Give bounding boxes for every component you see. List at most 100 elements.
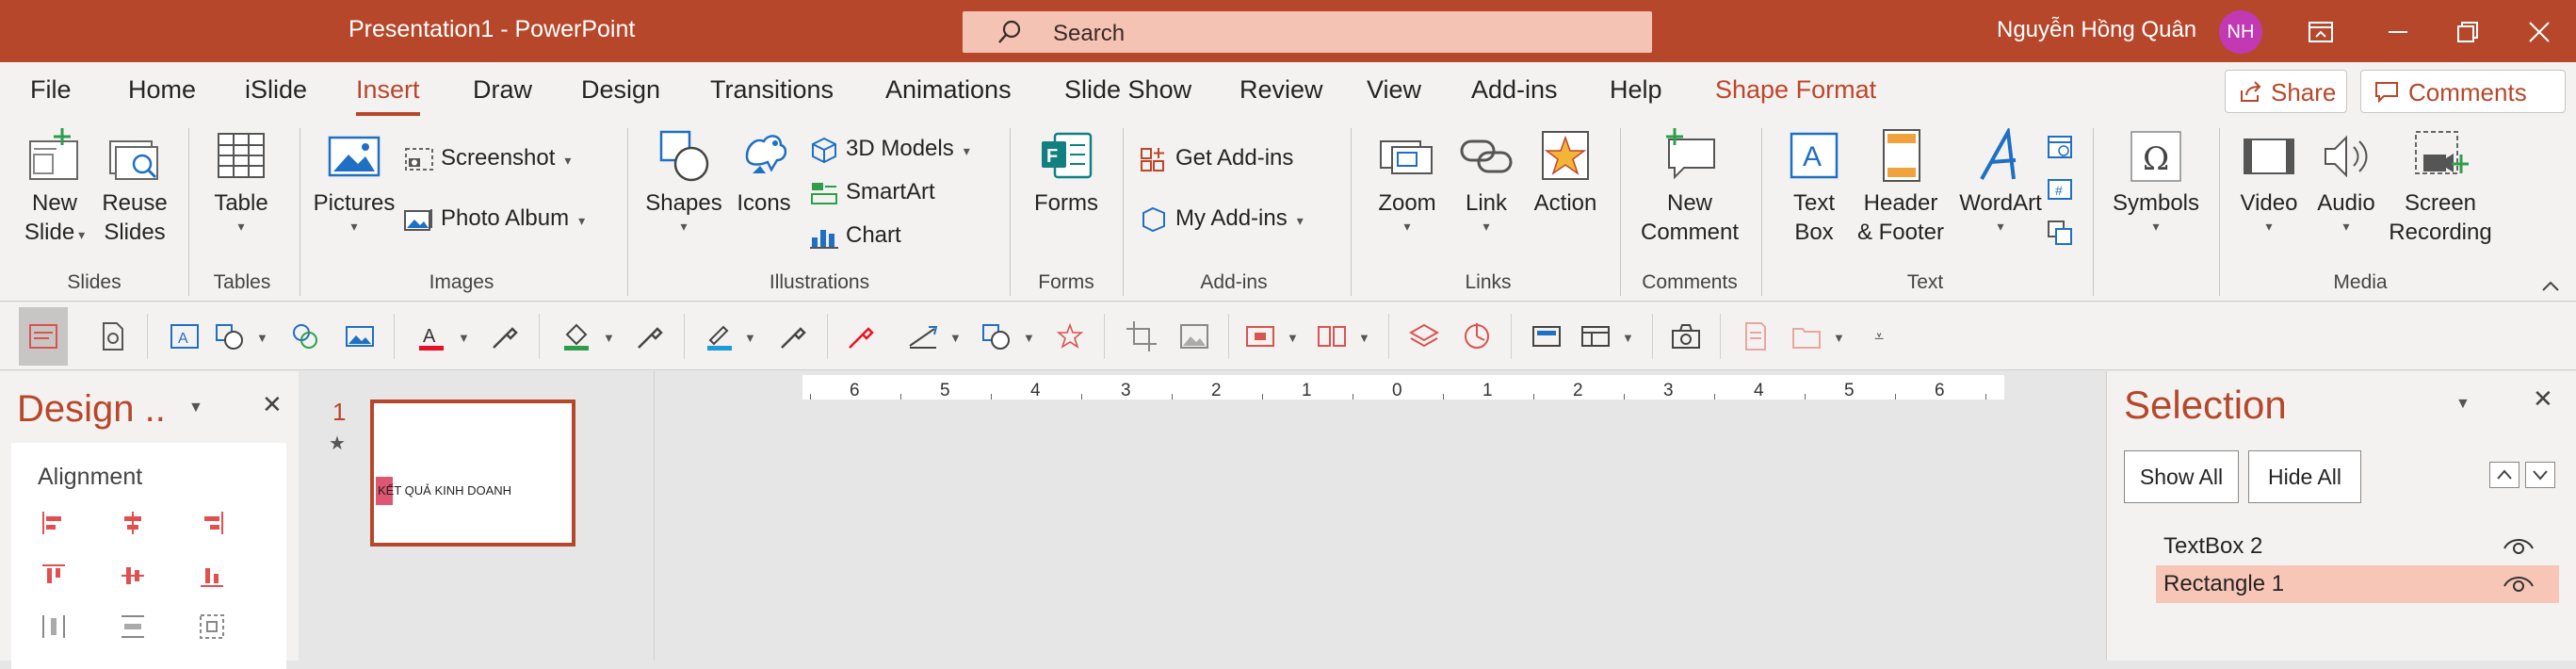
table-button[interactable]: Table ▾ xyxy=(202,128,281,235)
toolbar-textbox-tool[interactable]: A xyxy=(168,319,202,353)
ribbon-display-options-button[interactable] xyxy=(2302,13,2340,51)
eye-icon[interactable] xyxy=(2503,535,2535,558)
header-footer-button[interactable]: Header & Footer xyxy=(1852,128,1950,247)
my-add-ins-button[interactable]: My Add-ins ▾ xyxy=(1138,202,1304,236)
link-button[interactable]: Link ▾ xyxy=(1450,128,1522,235)
tab-help[interactable]: Help xyxy=(1610,75,1662,105)
align-center-icon[interactable] xyxy=(119,509,147,537)
tab-slide-show[interactable]: Slide Show xyxy=(1064,75,1191,105)
toolbar-fill-color-tool[interactable] xyxy=(559,319,593,353)
chevron-down-icon[interactable]: ▼ xyxy=(744,331,756,345)
toolbar-layout-tool[interactable] xyxy=(1530,319,1563,353)
chevron-down-icon[interactable]: ▼ xyxy=(1833,331,1845,345)
share-button[interactable]: Share xyxy=(2225,70,2347,113)
close-button[interactable] xyxy=(2520,13,2558,51)
chevron-down-icon[interactable]: ▼ xyxy=(256,331,268,345)
toolbar-crop-tool[interactable] xyxy=(1125,319,1158,353)
close-icon[interactable]: ✕ xyxy=(2533,384,2553,414)
chevron-down-icon[interactable]: ▼ xyxy=(458,331,470,345)
align-left-icon[interactable] xyxy=(40,509,68,537)
symbols-button[interactable]: Ω Symbols ▾ xyxy=(2106,128,2206,235)
toolbar-doc-tool[interactable] xyxy=(1739,319,1773,353)
toolbar-star-tool[interactable] xyxy=(1053,319,1087,353)
minimize-button[interactable] xyxy=(2379,13,2417,51)
toolbar-shapes-tool[interactable] xyxy=(213,319,247,353)
toolbar-outline-color-tool[interactable] xyxy=(703,319,737,353)
toolbar-target-tool[interactable] xyxy=(1460,319,1494,353)
tab-shape-format[interactable]: Shape Format xyxy=(1715,75,1876,105)
eye-icon[interactable] xyxy=(2503,573,2535,596)
toolbar-columns-tool[interactable] xyxy=(1315,319,1349,353)
object-button[interactable] xyxy=(2046,219,2074,247)
forms-button[interactable]: F Forms xyxy=(1027,128,1106,218)
tab-design[interactable]: Design xyxy=(581,75,660,105)
hide-all-button[interactable]: Hide All xyxy=(2248,450,2361,503)
tab-insert[interactable]: Insert xyxy=(356,75,420,116)
toolbar-icons-tool[interactable] xyxy=(288,319,322,353)
icons-button[interactable]: Icons xyxy=(725,128,802,218)
toolbar-layers-tool[interactable] xyxy=(1407,319,1441,353)
align-middle-icon[interactable] xyxy=(119,562,147,590)
horizontal-ruler[interactable]: 6 5 4 3 2 1 0 1 2 3 4 5 6 xyxy=(802,375,2004,400)
reuse-slides-button[interactable]: Reuse Slides xyxy=(98,128,171,247)
collapse-ribbon-icon[interactable] xyxy=(2539,277,2562,296)
align-right-icon[interactable] xyxy=(198,509,226,537)
bring-forward-button[interactable] xyxy=(2489,462,2519,488)
text-box-button[interactable]: A Text Box xyxy=(1774,128,1854,247)
toolbar-page-tool[interactable] xyxy=(96,319,130,353)
toolbar-camera-tool[interactable] xyxy=(1669,319,1703,353)
chevron-down-icon[interactable]: ▼ xyxy=(1023,331,1035,345)
toolbar-fill-eyedropper-tool[interactable] xyxy=(633,319,667,353)
chevron-down-icon[interactable]: ▼ xyxy=(949,331,962,345)
toolbar-format-painter-tool[interactable] xyxy=(844,319,878,353)
search-box[interactable]: Search xyxy=(963,11,1652,53)
action-button[interactable]: Action xyxy=(1526,128,1605,218)
screen-recording-button[interactable]: Screen Recording xyxy=(2387,128,2494,247)
align-bottom-icon[interactable] xyxy=(198,562,226,590)
show-all-button[interactable]: Show All xyxy=(2124,450,2239,503)
pane-options-dropdown[interactable]: ▼ xyxy=(188,400,203,416)
tab-view[interactable]: View xyxy=(1367,75,1421,105)
wordart-button[interactable]: WordArt ▾ xyxy=(1952,128,2049,235)
avatar[interactable]: NH xyxy=(2219,10,2262,54)
toolbar-shape-style-tool[interactable] xyxy=(980,319,1013,353)
toolbar-selected-tool[interactable] xyxy=(19,307,68,366)
selection-item-textbox-2[interactable]: TextBox 2 xyxy=(2156,528,2559,565)
audio-button[interactable]: Audio ▾ xyxy=(2306,128,2387,235)
toolbar-picture-tool[interactable] xyxy=(343,319,377,353)
tab-draw[interactable]: Draw xyxy=(473,75,532,105)
zoom-button[interactable]: Zoom ▾ xyxy=(1366,128,1449,235)
comments-button[interactable]: Comments xyxy=(2360,70,2566,113)
distribute-vertical-icon[interactable] xyxy=(119,612,147,641)
tab-add-ins[interactable]: Add-ins xyxy=(1471,75,1558,105)
chevron-down-icon[interactable]: ▼ xyxy=(1358,331,1370,345)
tab-transitions[interactable]: Transitions xyxy=(710,75,834,105)
customize-toolbar-icon[interactable]: ⩡ xyxy=(1874,327,1884,347)
toolbar-outline-eyedropper-tool[interactable] xyxy=(776,319,810,353)
toolbar-eyedropper-tool[interactable] xyxy=(488,319,522,353)
toolbar-arrange-tool[interactable] xyxy=(1579,319,1612,353)
chart-button[interactable]: Chart xyxy=(808,219,901,253)
3d-models-button[interactable]: 3D Models ▾ xyxy=(808,132,970,166)
user-name[interactable]: Nguyễn Hồng Quân xyxy=(1997,17,2196,43)
new-comment-button[interactable]: New Comment xyxy=(1633,128,1746,247)
tab-home[interactable]: Home xyxy=(128,75,196,105)
date-time-button[interactable] xyxy=(2046,132,2074,160)
slide-number-button[interactable]: # xyxy=(2046,175,2074,204)
toolbar-compress-tool[interactable] xyxy=(1177,319,1211,353)
pane-options-dropdown[interactable]: ▼ xyxy=(2455,396,2471,413)
slide-editing-area[interactable]: 6 5 4 3 2 1 0 1 2 3 4 5 6 xyxy=(656,371,2106,661)
selection-item-rectangle-1[interactable]: Rectangle 1 xyxy=(2156,565,2559,603)
tab-review[interactable]: Review xyxy=(1239,75,1323,105)
chevron-down-icon[interactable]: ▼ xyxy=(603,331,615,345)
tab-animations[interactable]: Animations xyxy=(885,75,1012,105)
chevron-down-icon[interactable]: ▼ xyxy=(1622,331,1634,345)
tab-islide[interactable]: iSlide xyxy=(245,75,307,105)
send-backward-button[interactable] xyxy=(2525,462,2555,488)
get-add-ins-button[interactable]: Get Add-ins xyxy=(1138,141,1293,175)
screenshot-button[interactable]: Screenshot ▾ xyxy=(403,141,571,175)
close-icon[interactable]: ✕ xyxy=(262,390,283,419)
toolbar-slide-tool[interactable] xyxy=(1243,319,1277,353)
smartart-button[interactable]: SmartArt xyxy=(808,175,935,209)
pictures-button[interactable]: Pictures ▾ xyxy=(311,128,397,235)
